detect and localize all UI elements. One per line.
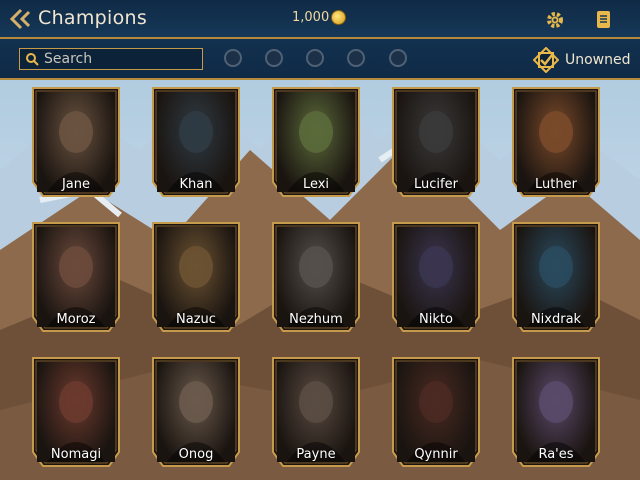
- champion-card[interactable]: Nikto: [391, 221, 481, 333]
- search-icon: [26, 53, 39, 66]
- search-input[interactable]: [44, 49, 199, 69]
- gear-icon[interactable]: [544, 9, 566, 31]
- champion-card[interactable]: Lucifer: [391, 86, 481, 198]
- champion-card[interactable]: Luther: [511, 86, 601, 198]
- champion-card[interactable]: Qynnir: [391, 356, 481, 468]
- champion-name: Jane: [61, 177, 91, 192]
- champion-name: Moroz: [56, 312, 96, 327]
- red-rune-icon[interactable]: [265, 49, 283, 67]
- champion-card[interactable]: Payne: [271, 356, 361, 468]
- champion-card[interactable]: Nazuc: [151, 221, 241, 333]
- champion-name: Nikto: [419, 312, 453, 327]
- champion-name: Nixdrak: [530, 312, 582, 327]
- champion-name: Lucifer: [414, 177, 458, 192]
- champion-card[interactable]: Jane: [31, 86, 121, 198]
- champion-name: Payne: [296, 447, 336, 462]
- champion-name: Qynnir: [414, 447, 458, 462]
- champion-card[interactable]: Moroz: [31, 221, 121, 333]
- champion-name: Onog: [178, 447, 214, 462]
- champion-name: Khan: [179, 177, 213, 192]
- champion-name: Lexi: [302, 177, 330, 192]
- unowned-toggle[interactable]: Unowned: [531, 45, 635, 75]
- champion-name: Nazuc: [176, 312, 216, 327]
- champion-card[interactable]: Nomagi: [31, 356, 121, 468]
- champion-name: Nomagi: [50, 447, 102, 462]
- unowned-label: Unowned: [565, 52, 631, 68]
- back-arrow-icon[interactable]: [8, 7, 34, 31]
- page-title: Champions: [38, 7, 148, 29]
- checkbox-icon: [533, 47, 559, 73]
- champion-card[interactable]: Khan: [151, 86, 241, 198]
- champion-card[interactable]: Onog: [151, 356, 241, 468]
- champion-card[interactable]: Lexi: [271, 86, 361, 198]
- champion-name: Ra'es: [538, 447, 574, 462]
- champion-card[interactable]: Nixdrak: [511, 221, 601, 333]
- scroll-icon[interactable]: [594, 9, 614, 31]
- blue-rune-icon[interactable]: [224, 49, 242, 67]
- champion-card[interactable]: Nezhum: [271, 221, 361, 333]
- champion-card[interactable]: Ra'es: [511, 356, 601, 468]
- gray-rune-icon[interactable]: [389, 49, 407, 67]
- champion-name: Nezhum: [289, 312, 343, 327]
- champion-name: Luther: [535, 177, 577, 192]
- header-bar: Champions 1,000: [0, 0, 640, 39]
- purple-rune-icon[interactable]: [347, 49, 365, 67]
- filter-bar: Unowned: [0, 39, 640, 80]
- currency-amount: 1,000: [292, 10, 330, 25]
- search-box[interactable]: [19, 48, 203, 70]
- gold-coin-icon: [331, 10, 346, 25]
- green-rune-icon[interactable]: [306, 49, 324, 67]
